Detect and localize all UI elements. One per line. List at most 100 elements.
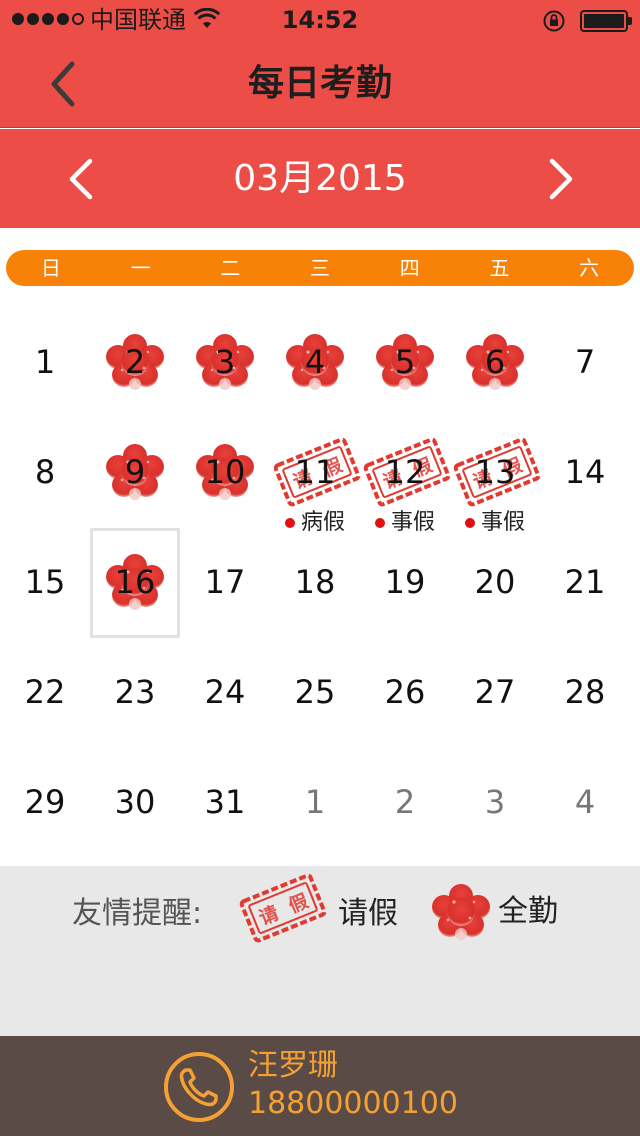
leave-type-label: 病假 xyxy=(300,510,345,535)
battery-level xyxy=(584,14,624,28)
calendar-day[interactable]: 14 xyxy=(540,418,630,528)
day-number: 11 xyxy=(294,453,336,491)
weekday-wednesday: 三 xyxy=(310,256,331,280)
call-button[interactable] xyxy=(164,1052,234,1122)
calendar-day[interactable]: 23 xyxy=(90,638,180,748)
calendar-day[interactable]: 25 xyxy=(270,638,360,748)
calendar-day[interactable]: 17 xyxy=(180,528,270,638)
leave-type-note: 病假 xyxy=(270,510,360,536)
calendar-day[interactable]: 26 xyxy=(360,638,450,748)
calendar-day[interactable]: 1 xyxy=(0,308,90,418)
calendar-day[interactable]: 28 xyxy=(540,638,630,748)
next-month-button[interactable] xyxy=(536,155,584,203)
legend-full-label: 全勤 xyxy=(498,894,558,929)
contact-footer: 汪罗珊 18800000100 xyxy=(0,1036,640,1136)
day-number: 2 xyxy=(124,343,146,381)
legend-panel: 友情提醒: 请假 请假 全勤 xyxy=(0,866,640,1036)
day-number: 16 xyxy=(114,563,156,601)
day-number: 20 xyxy=(474,563,516,601)
calendar-day-today[interactable]: 16 xyxy=(90,528,180,638)
day-number: 17 xyxy=(204,563,246,601)
calendar-day[interactable]: 29 xyxy=(0,748,90,858)
day-number: 26 xyxy=(384,673,426,711)
calendar-day[interactable]: 6 xyxy=(450,308,540,418)
weekday-saturday: 六 xyxy=(579,256,600,280)
calendar-day[interactable]: 19 xyxy=(360,528,450,638)
day-number: 2 xyxy=(394,783,416,821)
day-number: 3 xyxy=(484,783,506,821)
calendar-day[interactable]: 2 xyxy=(90,308,180,418)
calendar-day[interactable]: 4 xyxy=(540,748,630,858)
day-number: 9 xyxy=(124,453,146,491)
calendar-day[interactable]: 3 xyxy=(450,748,540,858)
calendar-day[interactable]: 4 xyxy=(270,308,360,418)
day-number: 1 xyxy=(304,783,326,821)
day-number: 28 xyxy=(564,673,606,711)
day-number: 12 xyxy=(384,453,426,491)
leave-type-note: 事假 xyxy=(360,510,450,536)
day-number: 4 xyxy=(574,783,596,821)
contact-name: 汪罗珊 xyxy=(248,1048,338,1083)
calendar-day[interactable]: 20 xyxy=(450,528,540,638)
calendar-day[interactable]: 21 xyxy=(540,528,630,638)
day-number: 29 xyxy=(24,783,66,821)
page-title: 每日考勤 xyxy=(247,63,392,104)
month-navigator: 03月2015 xyxy=(0,129,640,228)
calendar-day[interactable]: 3 xyxy=(180,308,270,418)
day-number: 31 xyxy=(204,783,246,821)
weekday-monday: 一 xyxy=(130,256,151,280)
battery-icon xyxy=(580,10,632,32)
calendar-day[interactable]: 27 xyxy=(450,638,540,748)
leave-dot-icon xyxy=(284,518,295,528)
calendar-day[interactable]: 15 xyxy=(0,528,90,638)
leave-type-note: 事假 xyxy=(450,510,540,536)
weekday-thursday: 四 xyxy=(399,256,420,280)
day-number: 30 xyxy=(114,783,156,821)
calendar-day[interactable]: 9 xyxy=(90,418,180,528)
nav-bar: 每日考勤 xyxy=(0,40,640,128)
day-number: 15 xyxy=(24,563,66,601)
day-number: 14 xyxy=(564,453,606,491)
leave-type-label: 事假 xyxy=(480,510,525,535)
day-number: 18 xyxy=(294,563,336,601)
day-number: 3 xyxy=(214,343,236,381)
calendar-day[interactable]: 1 xyxy=(270,748,360,858)
calendar-day[interactable]: 2 xyxy=(360,748,450,858)
day-number: 24 xyxy=(204,673,246,711)
leave-type-label: 事假 xyxy=(390,510,435,535)
calendar-day[interactable]: 10 xyxy=(180,418,270,528)
contact-phone[interactable]: 18800000100 xyxy=(248,1086,458,1122)
calendar-day[interactable]: 7 xyxy=(540,308,630,418)
day-number: 4 xyxy=(304,343,326,381)
day-number: 19 xyxy=(384,563,426,601)
calendar-day[interactable]: 18 xyxy=(270,528,360,638)
calendar-day[interactable]: 8 xyxy=(0,418,90,528)
day-number: 10 xyxy=(204,453,246,491)
day-number: 6 xyxy=(484,343,506,381)
weekday-friday: 五 xyxy=(489,256,510,280)
calendar-day[interactable]: 24 xyxy=(180,638,270,748)
day-number: 13 xyxy=(474,453,516,491)
full-attendance-stamp-icon xyxy=(430,882,492,942)
rotation-lock-icon xyxy=(543,10,565,32)
leave-dot-icon xyxy=(464,518,475,528)
legend-title: 友情提醒: xyxy=(72,896,203,931)
chevron-right-icon xyxy=(549,158,573,200)
weekday-tuesday: 二 xyxy=(220,256,241,280)
day-number: 23 xyxy=(114,673,156,711)
leave-stamp-icon: 请假 xyxy=(236,870,332,950)
day-number: 5 xyxy=(394,343,416,381)
calendar-day[interactable]: 22 xyxy=(0,638,90,748)
day-number: 21 xyxy=(564,563,606,601)
calendar-day[interactable]: 5 xyxy=(360,308,450,418)
day-number: 8 xyxy=(34,453,56,491)
status-bar: 中国联通 14:52 xyxy=(0,0,640,40)
calendar-day[interactable]: 31 xyxy=(180,748,270,858)
calendar-day[interactable]: 30 xyxy=(90,748,180,858)
phone-icon xyxy=(179,1068,218,1107)
day-number: 7 xyxy=(574,343,596,381)
day-number: 25 xyxy=(294,673,336,711)
day-number: 1 xyxy=(34,343,56,381)
leave-dot-icon xyxy=(374,518,385,528)
weekday-sunday: 日 xyxy=(40,256,61,280)
